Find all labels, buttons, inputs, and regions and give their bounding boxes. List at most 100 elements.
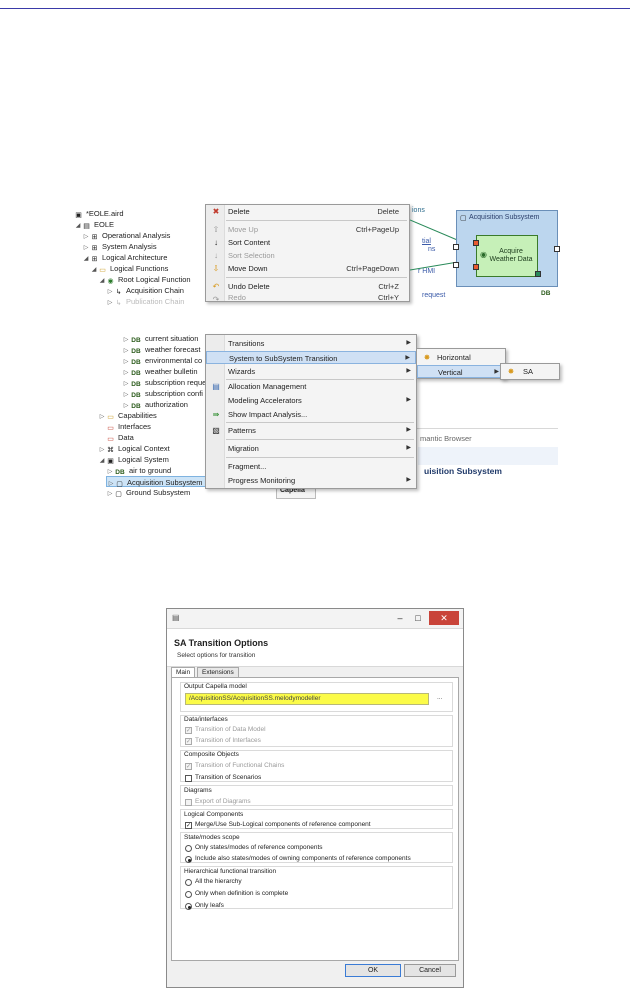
menu-item-transitions[interactable]: Transitions ▶ [206,337,416,350]
tree-item-logical-architecture[interactable]: ◢ ⊞ Logical Architecture [82,252,168,265]
port-icon[interactable] [453,244,459,250]
move-down-icon: ⇩ [212,264,220,273]
port-icon[interactable] [473,264,479,270]
menu-item-sort-content[interactable]: ↓ Sort Content [206,236,409,249]
tree-item-aird[interactable]: ▣ *EOLE.aird [74,208,123,219]
diagram-label-fragment: request [422,292,446,299]
menu-item-move-down[interactable]: ⇩ Move Down Ctrl+PageDown [206,262,409,275]
radio-hier-leafs[interactable] [185,903,192,910]
menu-item-allocation-management[interactable]: ▤ Allocation Management [206,380,416,393]
transition-icon: ✸ [423,353,431,362]
tree-item-data[interactable]: ▷ DB authorization [122,399,188,410]
submenu-transition-kind: ✸ Horizontal Vertical ▶ [416,348,506,379]
menu-item-wizards[interactable]: Wizards ▶ [206,365,416,378]
tree-item-ground-subsystem[interactable]: ▷ ▢ Ground Subsystem [106,487,191,498]
menu-item-patterns[interactable]: ▧ Patterns ▶ [206,424,416,437]
radio-state-reference-only-label: Only states/modes of reference component… [195,844,323,851]
submenu-arrow-icon: ▶ [494,369,499,375]
maximize-icon[interactable]: □ [411,611,425,625]
tree-item-root-logical-function[interactable]: ◢ ◉ Root Logical Function [98,274,191,285]
dialog-titlebar[interactable]: ▤ – □ ✕ [167,609,463,629]
minimize-icon[interactable]: – [393,611,407,625]
tree-item-capabilities[interactable]: ▷ ▭ Capabilities [98,410,157,421]
menu-item-redo[interactable]: ↷ Redo Ctrl+Y [206,293,409,303]
tree-item-acquisition-chain[interactable]: ▷ ↳ Acquisition Chain [106,285,184,296]
output-model-path-field[interactable]: /AcquisitionSS/AcquisitionSS.melodymodel… [185,693,429,705]
port-icon[interactable] [554,246,560,252]
tree-item-acquisition-subsystem[interactable]: ▷ ▢ Acquisition Subsystem [106,476,206,488]
menu-item-horizontal[interactable]: ✸ Horizontal [417,351,505,364]
menu-item-move-up[interactable]: ⇧ Move Up Ctrl+PageUp [206,223,409,236]
checkbox-scenarios-label: Transition of Scenarios [195,774,262,781]
browse-button[interactable]: ... [437,694,442,701]
menu-item-vertical[interactable]: Vertical ▶ [417,365,505,378]
checkbox-data-model[interactable]: ✓ [185,727,192,734]
menu-item-modeling-accelerators[interactable]: Modeling Accelerators ▶ [206,394,416,407]
radio-hier-leafs-label: Only leafs [195,902,224,909]
checkbox-merge-sub-logical-label: Merge/Use Sub-Logical components of refe… [195,821,371,828]
tree-item-logical-system[interactable]: ◢ ▣ Logical System [98,454,169,465]
tree-item-data-folder[interactable]: ▭ Data [106,432,134,443]
page-top-rule [0,8,630,9]
checkbox-export-diagrams[interactable] [185,799,192,806]
tree-item-system-analysis[interactable]: ▷ ⊞ System Analysis [82,241,157,252]
checkbox-functional-chains[interactable]: ✓ [185,763,192,770]
tree-item-air-to-ground[interactable]: ▷ DB air to ground [106,465,171,476]
port-icon[interactable] [535,271,541,277]
tree-item-eole[interactable]: ◢ ▤ EOLE [74,219,114,230]
tree-item-data[interactable]: ▷ DB subscription reque [122,377,207,388]
menu-item-migration[interactable]: Migration ▶ [206,442,416,455]
radio-state-reference-only[interactable] [185,845,192,852]
menu-item-fragment[interactable]: Fragment... [206,460,416,473]
radio-hier-all[interactable] [185,879,192,886]
submenu-arrow-icon: ▶ [406,477,411,483]
db-icon: DB [541,290,551,297]
expand-icon[interactable]: ◢ [98,276,106,287]
tree-item-data[interactable]: ▷ DB environmental co [122,355,202,366]
tree-item-operational-analysis[interactable]: ▷ ⊞ Operational Analysis [82,230,171,241]
component-icon: ▢ [460,215,467,222]
radio-hier-complete[interactable] [185,891,192,898]
port-icon[interactable] [453,262,459,268]
menu-item-show-impact-analysis[interactable]: ⇛ Show Impact Analysis... [206,408,416,421]
tree-item-data[interactable]: ▷ DB subscription confi [122,388,203,399]
checkbox-interfaces[interactable]: ✓ [185,738,192,745]
expand-icon[interactable]: ◢ [74,221,82,232]
menu-item-progress-monitoring[interactable]: Progress Monitoring ▶ [206,474,416,487]
dialog-subtitle: Select options for transition [177,652,256,659]
expand-icon[interactable]: ◢ [90,265,98,276]
menu-item-sa[interactable]: ✸ SA [501,365,559,378]
context-menu-edit: ✖ Delete Delete ⇧ Move Up Ctrl+PageUp ↓ Sort … [205,204,410,303]
chain-icon: ↳ [115,300,122,307]
collapse-icon[interactable]: ▷ [106,298,114,309]
group-state-modes-label: State/modes scope [184,834,240,841]
group-logical-components-label: Logical Components [184,811,244,818]
diagram-function-acquire-weather-data[interactable]: ◉ Acquire Weather Data [476,235,538,277]
tree-item-logical-context[interactable]: ▷ ⌘ Logical Context [98,443,170,454]
tree-item-data[interactable]: ▷ DB current situation [122,333,199,344]
radio-state-include-owning[interactable] [185,856,192,863]
menu-item-undo-delete[interactable]: ↶ Undo Delete Ctrl+Z [206,280,409,293]
checkbox-merge-sub-logical[interactable]: ✓ [185,822,192,829]
checkbox-interfaces-label: Transition of Interfaces [195,737,261,744]
tree-item-data[interactable]: ▷ DB weather forecast [122,344,201,355]
tree-item-interfaces[interactable]: ▭ Interfaces [106,421,151,432]
close-icon[interactable]: ✕ [429,611,459,625]
tree-item-data[interactable]: ▷ DB weather bulletin [122,366,198,377]
radio-hier-complete-label: Only when definition is complete [195,890,289,897]
tree-item-publication-chain[interactable]: ▷ ↳ Publication Chain [106,296,185,309]
ok-button[interactable]: OK [345,964,401,977]
undo-icon: ↶ [212,282,220,291]
cancel-button[interactable]: Cancel [404,964,456,977]
port-icon[interactable] [473,240,479,246]
checkbox-scenarios[interactable] [185,775,192,782]
menu-item-sort-selection[interactable]: ↓ Sort Selection [206,249,409,262]
context-menu-capella: Transitions ▶ System to SubSystem Transit… [205,334,417,489]
menu-item-system-to-subsystem-transition[interactable]: System to SubSystem Transition ▶ [206,351,416,364]
component-icon: ▢ [115,491,122,498]
menu-item-delete[interactable]: ✖ Delete Delete [206,205,409,218]
tree-item-logical-functions[interactable]: ◢ ▭ Logical Functions [90,263,169,276]
submenu-arrow-icon: ▶ [405,355,410,361]
radio-hier-all-label: All the hierarchy [195,878,242,885]
expand-icon[interactable]: ◢ [82,254,90,265]
